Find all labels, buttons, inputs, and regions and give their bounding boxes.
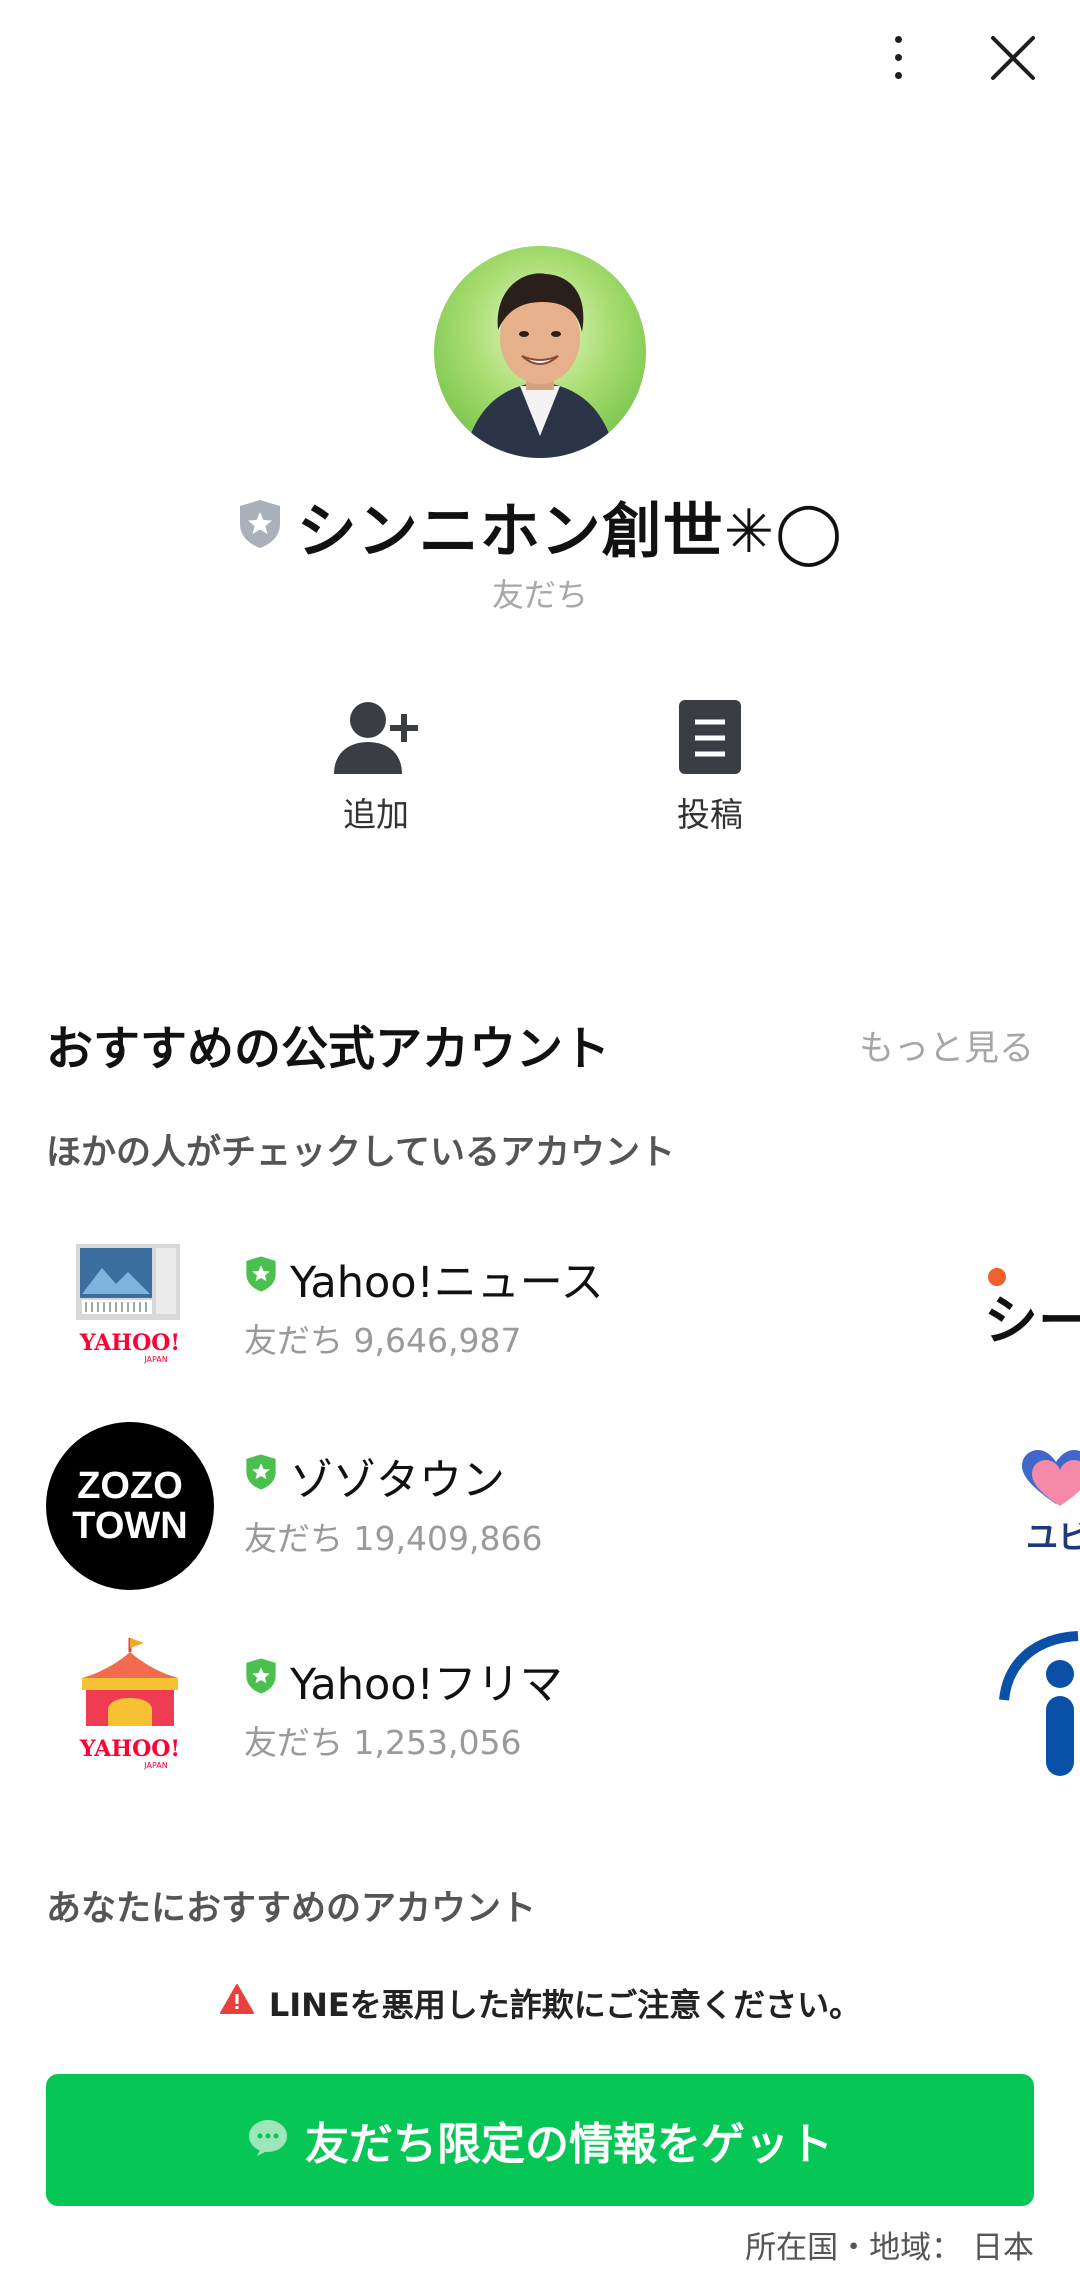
get-friend-info-button[interactable]: 友だち限定の情報をゲット <box>46 2074 1034 2206</box>
verified-badge-icon <box>244 1656 278 1706</box>
close-icon[interactable] <box>985 30 1041 86</box>
fraud-warning: LINEを悪用した詐欺にご注意ください。 <box>0 1980 1080 2026</box>
warning-text: LINEを悪用した詐欺にご注意ください。 <box>268 1986 862 2024</box>
profile-name: シンニホン創世✳︎◯ <box>296 496 844 567</box>
account-item-zozotown[interactable]: ZOZO TOWN ゾゾタウン 友だち 19,409,866 <box>46 1422 906 1592</box>
chat-bubble-icon <box>247 2118 289 2162</box>
partial-account-logo-3[interactable] <box>998 1630 1080 1790</box>
see-more-link[interactable]: もっと見る <box>859 1020 1034 1071</box>
account-name: ゾゾタウン <box>290 1456 505 1506</box>
verified-badge-icon <box>244 1452 278 1502</box>
partial-account-logo-2[interactable]: ユビ <box>1016 1448 1080 1558</box>
verified-badge-icon <box>244 1254 278 1304</box>
account-name: Yahoo!フリマ <box>290 1660 563 1710</box>
account-followers: 友だち 9,646,987 <box>244 1321 522 1360</box>
profile-avatar <box>434 246 646 458</box>
yahoo-news-logo: YAHOO! JAPAN <box>46 1224 214 1392</box>
svg-text:YAHOO!: YAHOO! <box>79 1330 180 1356</box>
svg-text:JAPAN: JAPAN <box>143 1761 167 1770</box>
others-checking-heading: ほかの人がチェックしているアカウント <box>46 1133 675 1173</box>
shield-badge-icon <box>237 498 283 554</box>
add-person-icon <box>330 702 422 782</box>
add-friend-button[interactable]: 追加 <box>296 696 456 836</box>
account-item-yahoo-furima[interactable]: YAHOO! JAPAN Yahoo!フリマ 友だち 1,253,056 <box>46 1626 906 1796</box>
more-options-icon[interactable] <box>880 28 916 88</box>
account-followers: 友だち 1,253,056 <box>244 1723 522 1762</box>
partial-account-logo-1[interactable]: シーモ <box>984 1256 1080 1346</box>
post-label: 投稿 <box>677 795 743 834</box>
svg-text:YAHOO!: YAHOO! <box>79 1736 180 1762</box>
warning-icon <box>219 1983 255 2023</box>
friend-status: 友だち <box>491 576 588 614</box>
country-region: 所在国・地域： 日本 <box>745 2230 1034 2266</box>
zozotown-logo: ZOZO TOWN <box>46 1422 214 1590</box>
profile-name-row: シンニホン創世✳︎◯ <box>0 486 1080 567</box>
cta-label: 友だち限定の情報をゲット <box>305 2119 833 2170</box>
svg-text:JAPAN: JAPAN <box>143 1355 167 1364</box>
account-followers: 友だち 19,409,866 <box>244 1519 543 1558</box>
posts-button[interactable]: 投稿 <box>630 696 790 836</box>
add-label: 追加 <box>343 795 409 834</box>
account-item-yahoo-news[interactable]: YAHOO! JAPAN Yahoo!ニュース 友だち 9,646,987 <box>46 1224 906 1394</box>
recommended-for-you-heading: あなたにおすすめのアカウント <box>46 1889 537 1929</box>
post-document-icon <box>675 700 745 782</box>
yahoo-furima-logo: YAHOO! JAPAN <box>46 1626 214 1794</box>
recommend-title: おすすめの公式アカウント <box>46 1022 610 1077</box>
account-name: Yahoo!ニュース <box>290 1258 604 1308</box>
